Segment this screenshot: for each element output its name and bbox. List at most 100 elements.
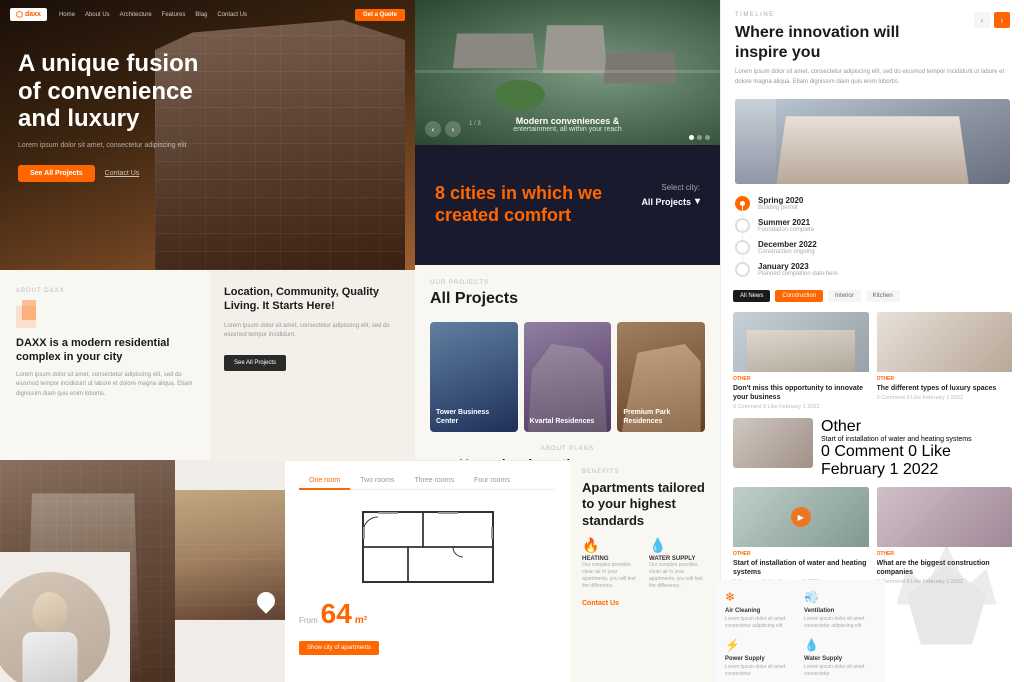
timeline-event-4: Planned completion date here <box>758 271 838 277</box>
articles-filter: All News Construction Interior Kitchen <box>733 290 1012 302</box>
location-btn[interactable]: See All Projects <box>224 355 286 371</box>
timeline-tag: Timeline <box>735 12 1010 18</box>
filter-all[interactable]: All News <box>733 290 770 302</box>
nav-about[interactable]: About Us <box>85 12 110 18</box>
aerial-dots <box>689 135 710 140</box>
article-wide-tag-1: Other <box>821 418 1012 436</box>
nav-blog[interactable]: Blag <box>195 12 207 18</box>
floorplan-tab-1[interactable]: One room <box>299 473 350 490</box>
city-selector[interactable]: Select city: All Projects <box>641 183 700 207</box>
aerial-caption-sub: entertainment, all within your reach <box>415 126 720 133</box>
hero-text-block: A unique fusion of convenience and luxur… <box>18 50 198 182</box>
floorplan-tab-2[interactable]: Two rooms <box>350 473 404 489</box>
floorplan-tab-4[interactable]: Four rooms <box>464 473 520 489</box>
hero-cta-secondary[interactable]: Contact Us <box>105 170 140 177</box>
aerial-dot-2[interactable] <box>697 135 702 140</box>
filter-interior[interactable]: Interior <box>828 290 861 302</box>
about-heading: DAXX is a modern residential complex in … <box>16 336 194 365</box>
timeline-bullet-1 <box>735 196 750 211</box>
logo: daxx <box>10 8 47 21</box>
project-card-3[interactable]: Premium Park Residences <box>617 322 705 432</box>
timeline-year-1: Spring 2020 <box>758 196 803 205</box>
project-name-1: Tower Business Center <box>436 409 512 426</box>
article-wide-meta-1: 0 Comment 0 Like February 1 2022 <box>821 443 1012 479</box>
article-tag-2: Other <box>877 376 1013 382</box>
aerial-dot-3[interactable] <box>705 135 710 140</box>
person-head <box>33 592 68 632</box>
article-card-3[interactable]: ▶ Other Start of installation of water a… <box>733 487 869 585</box>
apartments-contact[interactable]: Contact Us <box>582 600 708 607</box>
nav-cta-button[interactable]: Get a Quote <box>355 9 405 21</box>
power-label: Power Supply <box>725 656 796 662</box>
about-section: About DAXX DAXX is a modern residential … <box>0 270 210 460</box>
hero-cta-primary[interactable]: See All Projects <box>18 165 95 182</box>
timeline-list: Spring 2020 Building permit Summer 2021 … <box>735 196 1010 277</box>
article-card-1[interactable]: Other Don't miss this opportunity to inn… <box>733 312 869 410</box>
benefits-section: ❄ Air Cleaning Lorem ipsum dolor sit ame… <box>715 580 885 682</box>
timeline-prev[interactable]: ‹ <box>974 12 990 28</box>
timeline-heading: Where innovation will inspire you <box>735 23 1010 63</box>
project-card-1[interactable]: Tower Business Center <box>430 322 518 432</box>
project-name-3: Premium Park Residences <box>623 409 699 426</box>
power-text: Lorem ipsum dolor sit amet consectetur <box>725 664 796 678</box>
article-meta-2: 0 Comment 0 Like February 1 2022 <box>877 395 1013 401</box>
air-icon: ❄ <box>725 590 796 604</box>
watermark-diamond <box>907 565 987 645</box>
timeline-event-1: Building permit <box>758 205 803 211</box>
ventilation-label: Ventilation <box>804 608 875 614</box>
nav-contact[interactable]: Contact Us <box>217 12 247 18</box>
timeline-entry-3: December 2022 Construction ongoing <box>735 240 1010 255</box>
article-wide-title-1: Start of installation of water and heati… <box>821 436 1012 443</box>
nav-features[interactable]: Features <box>162 12 186 18</box>
cities-section: 8 cities in which wecreated comfort Sele… <box>415 145 720 265</box>
heating-icon: 🔥 <box>582 537 641 554</box>
hero-subtitle: Lorem ipsum dolor sit amet, consectetur … <box>18 141 198 151</box>
article-card-2[interactable]: Other The different types of luxury spac… <box>877 312 1013 410</box>
person-avatar <box>0 572 110 682</box>
aerial-dot-1[interactable] <box>689 135 694 140</box>
article-wide-1[interactable]: Other Start of installation of water and… <box>733 418 1012 479</box>
benefit-water-sup: 💧 Water Supply Lorem ipsum dolor sit ame… <box>804 638 875 678</box>
water-sup-icon: 💧 <box>804 638 875 652</box>
watermark-shape <box>887 545 1007 665</box>
projects-heading: All Projects <box>430 290 705 308</box>
select-city-value[interactable]: All Projects <box>641 196 700 207</box>
nav-links: Home About Us Architecture Features Blag… <box>59 12 343 18</box>
aerial-roads <box>415 70 720 73</box>
building-photo-secondary <box>175 490 285 620</box>
floorplan-diagram <box>299 502 556 592</box>
project-label-1: Tower Business Center <box>436 409 512 426</box>
timeline-next[interactable]: › <box>994 12 1010 28</box>
timeline-description: Lorem ipsum dolor sit amet, consectetur … <box>735 68 1010 87</box>
project-card-2[interactable]: Kvartal Residences <box>524 322 612 432</box>
floorplan-prefix: From <box>299 616 318 625</box>
filter-construction[interactable]: Construction <box>775 290 823 302</box>
benefit-air: ❄ Air Cleaning Lorem ipsum dolor sit ame… <box>725 590 796 630</box>
projects-tag: Our Projects <box>430 280 705 286</box>
water-icon: 💧 <box>649 537 708 554</box>
aerial-caption: Modern conveniences & entertainment, all… <box>415 116 720 133</box>
play-button[interactable]: ▶ <box>791 507 811 527</box>
nav-home[interactable]: Home <box>59 12 75 18</box>
cities-heading: 8 cities in which wecreated comfort <box>435 183 602 226</box>
benefit-water: 💧 WATER SUPPLY Our complex provides clea… <box>649 537 708 590</box>
filter-kitchen[interactable]: Kitchen <box>866 290 900 302</box>
project-label-3: Premium Park Residences <box>623 409 699 426</box>
floorplan-svg <box>358 507 498 587</box>
nav-arch[interactable]: Architecture <box>120 12 152 18</box>
ventilation-icon: 💨 <box>804 590 875 604</box>
heating-text: Our complex provides clean air in your a… <box>582 562 641 590</box>
timeline-bullet-4 <box>735 262 750 277</box>
floorplan-number: 64 <box>321 598 352 630</box>
apartments-tag: Benefits <box>582 469 708 475</box>
amenities-tag: About Plans <box>440 446 695 452</box>
cities-count: 8 <box>435 183 445 203</box>
apartments-section: Benefits Apartments tailored to your hig… <box>570 455 720 682</box>
floorplan-tab-3[interactable]: Three rooms <box>404 473 464 489</box>
article-title-1: Don't miss this opportunity to innovate … <box>733 384 869 402</box>
benefit-heating: 🔥 HEATING Our complex provides clean air… <box>582 537 641 590</box>
floorplan-cta[interactable]: Show city of apartments <box>299 641 379 655</box>
person-section <box>0 552 130 682</box>
aerial-caption-main: Modern conveniences & <box>415 116 720 126</box>
timeline-bullet-2 <box>735 218 750 233</box>
